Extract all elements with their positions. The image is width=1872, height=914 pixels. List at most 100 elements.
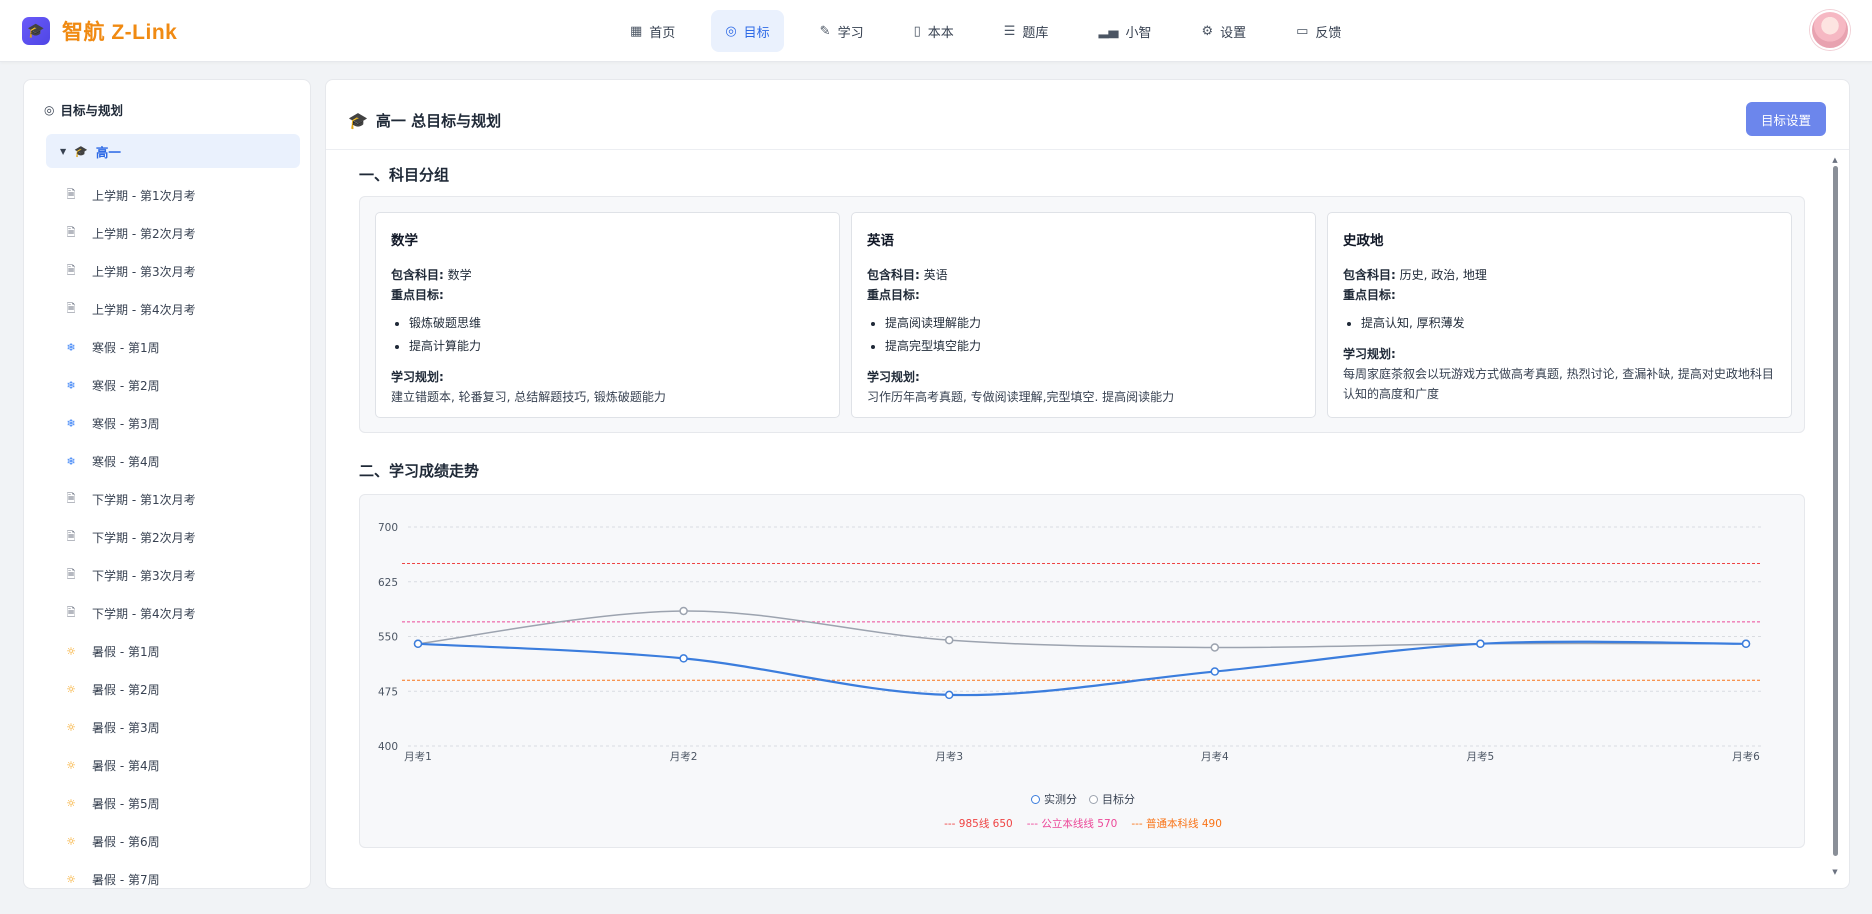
goal-item: 提高计算能力 [409, 335, 824, 358]
edit-icon: ✎ [819, 23, 831, 39]
subjects-label: 包含科目: [1343, 268, 1396, 282]
sun-icon: ☼ [66, 644, 76, 658]
plan-label: 学习规划: [867, 370, 920, 384]
tree-item[interactable]: ☼ 暑假 - 第6周 [64, 822, 304, 860]
score-trend-chart: 400 475 550 625 700 月考1 月考2 月考3 月考4 月考5 月考6 实测分 目标分… [359, 494, 1805, 848]
tree-root-label: 高一 [95, 144, 121, 160]
tree-item-label: 暑假 - 第1周 [92, 644, 160, 659]
tree-item[interactable]: ☼ 暑假 - 第4周 [64, 746, 304, 784]
sidebar: ◎ 目标与规划 ▼ 🎓 高一 🗎 上学期 - 第1次月考 🗎 上学期 - 第2次月考 🗎… [23, 79, 311, 889]
tree-item-label: 暑假 - 第4周 [92, 758, 160, 773]
scroll-down-icon[interactable]: ▼ [1830, 868, 1840, 876]
nav-item-4[interactable]: ☰ 题库 [990, 10, 1063, 52]
snowflake-icon: ❄ [66, 454, 76, 468]
tree-item[interactable]: ☼ 暑假 - 第1周 [64, 632, 304, 670]
scroll-thumb[interactable] [1833, 166, 1838, 856]
x-tick-label: 月考1 [404, 751, 432, 763]
x-tick-label: 月考5 [1467, 751, 1495, 763]
target-icon: ◎ [44, 102, 55, 117]
tree-item-label: 下学期 - 第4次月考 [92, 606, 196, 621]
nav-item-label: 学习 [837, 25, 864, 41]
tree-item-label: 下学期 - 第1次月考 [92, 492, 196, 507]
legend-label: 目标分 [1102, 793, 1135, 806]
nav-item-7[interactable]: ▭ 反馈 [1282, 10, 1355, 52]
tree-item[interactable]: 🗎 上学期 - 第4次月考 [64, 290, 304, 328]
graduation-cap-logo-icon: 🎓 [22, 17, 50, 45]
snowflake-icon: ❄ [66, 416, 76, 430]
tree-root-grade[interactable]: ▼ 🎓 高一 [46, 134, 300, 168]
grid-icon: ▦ [630, 23, 643, 39]
bar-chart-icon: ▂▄ [1098, 23, 1119, 39]
tree-item[interactable]: 🗎 下学期 - 第1次月考 [64, 480, 304, 518]
tree-item[interactable]: ☼ 暑假 - 第3周 [64, 708, 304, 746]
subjects-value: 数学 [447, 268, 472, 282]
plan-label: 学习规划: [1343, 347, 1396, 361]
nav-item-2[interactable]: ✎ 学习 [806, 10, 878, 52]
tree-item-label: 暑假 - 第7周 [92, 872, 160, 887]
scroll-up-icon[interactable]: ▲ [1830, 156, 1840, 164]
group-focus-label: 重点目标: [391, 285, 824, 305]
sun-icon: ☼ [66, 872, 76, 886]
tree-item[interactable]: ☼ 暑假 - 第2周 [64, 670, 304, 708]
tree-item[interactable]: ❄ 寒假 - 第1周 [64, 328, 304, 366]
tree-item[interactable]: ❄ 寒假 - 第4周 [64, 442, 304, 480]
group-subjects: 包含科目: 历史, 政治, 地理 [1343, 265, 1776, 285]
tree-item-label: 寒假 - 第2周 [92, 378, 160, 393]
goal-list: 提高阅读理解能力提高完型填空能力 [885, 312, 1300, 358]
tree-item[interactable]: 🗎 下学期 - 第2次月考 [64, 518, 304, 556]
goal-list: 锻炼破题思维提高计算能力 [409, 312, 824, 358]
nav-item-1[interactable]: ◎ 目标 [711, 10, 784, 52]
tree-item[interactable]: ☼ 暑假 - 第7周 [64, 860, 304, 888]
nav-item-0[interactable]: ▦ 首页 [616, 10, 689, 52]
plan-label: 学习规划: [391, 370, 444, 384]
tree-item-label: 暑假 - 第6周 [92, 834, 160, 849]
avatar[interactable] [1810, 10, 1850, 50]
nav-item-5[interactable]: ▂▄ 小智 [1084, 10, 1165, 52]
tree-list: 🗎 上学期 - 第1次月考 🗎 上学期 - 第2次月考 🗎 上学期 - 第3次月考 🗎 上学期… [64, 176, 304, 888]
reference-legend-item: --- 985线 650 [944, 818, 1013, 830]
tree-item[interactable]: 🗎 上学期 - 第2次月考 [64, 214, 304, 252]
brand[interactable]: 🎓 智航 Z-Link [22, 16, 177, 46]
group-subjects: 包含科目: 英语 [867, 265, 1300, 285]
subjects-value: 英语 [923, 268, 948, 282]
tree-item[interactable]: ☼ 暑假 - 第5周 [64, 784, 304, 822]
document-icon: 🗎 [66, 301, 76, 315]
y-tick-label: 400 [378, 741, 398, 753]
legend-marker [1089, 794, 1098, 804]
sun-icon: ☼ [66, 720, 76, 734]
nav-item-6[interactable]: ⚙ 设置 [1187, 10, 1260, 52]
subject-group-card: 英语包含科目: 英语重点目标: 提高阅读理解能力提高完型填空能力学习规划: 习作历年… [851, 212, 1316, 418]
graduation-cap-icon: 🎓 [74, 144, 88, 158]
nav-item-3[interactable]: ▯ 本本 [900, 10, 968, 52]
x-tick-label: 月考6 [1732, 751, 1760, 763]
target-icon: ◎ [725, 23, 737, 39]
document-icon: 🗎 [66, 529, 76, 543]
caret-down-icon[interactable]: ▼ [60, 147, 66, 156]
main-header: 🎓 高一 总目标与规划 目标设置 [326, 80, 1849, 150]
tree-item[interactable]: ❄ 寒假 - 第3周 [64, 404, 304, 442]
tree-item-label: 下学期 - 第2次月考 [92, 530, 196, 545]
list-icon: ☰ [1003, 23, 1016, 39]
section-title-subject-groups: 一、科目分组 [359, 166, 450, 184]
nav-item-label: 目标 [743, 25, 770, 41]
tree-item-label: 暑假 - 第5周 [92, 796, 160, 811]
document-icon: 🗎 [66, 605, 76, 619]
goal-item: 锻炼破题思维 [409, 312, 824, 335]
legend-item[interactable]: 实测分 [1031, 791, 1077, 807]
tree-item[interactable]: 🗎 下学期 - 第4次月考 [64, 594, 304, 632]
tree-item[interactable]: 🗎 上学期 - 第3次月考 [64, 252, 304, 290]
chart-legend-series: 实测分 目标分 [360, 791, 1806, 807]
nav-item-label: 反馈 [1315, 25, 1342, 41]
data-point [1741, 639, 1751, 649]
x-tick-label: 月考4 [1201, 751, 1229, 763]
y-tick-label: 475 [378, 686, 398, 698]
main-scrollbar[interactable]: ▲ ▼ [1830, 156, 1840, 878]
legend-item[interactable]: 目标分 [1089, 791, 1135, 807]
tree-item[interactable]: ❄ 寒假 - 第2周 [64, 366, 304, 404]
goal-settings-button[interactable]: 目标设置 [1746, 102, 1826, 136]
tree-item[interactable]: 🗎 上学期 - 第1次月考 [64, 176, 304, 214]
subjects-label: 包含科目: [867, 268, 920, 282]
group-plan: 每周家庭茶叙会以玩游戏方式做高考真题, 热烈讨论, 查漏补缺, 提高对史政地科目… [1343, 367, 1774, 401]
tree-item[interactable]: 🗎 下学期 - 第3次月考 [64, 556, 304, 594]
data-point [679, 606, 688, 616]
